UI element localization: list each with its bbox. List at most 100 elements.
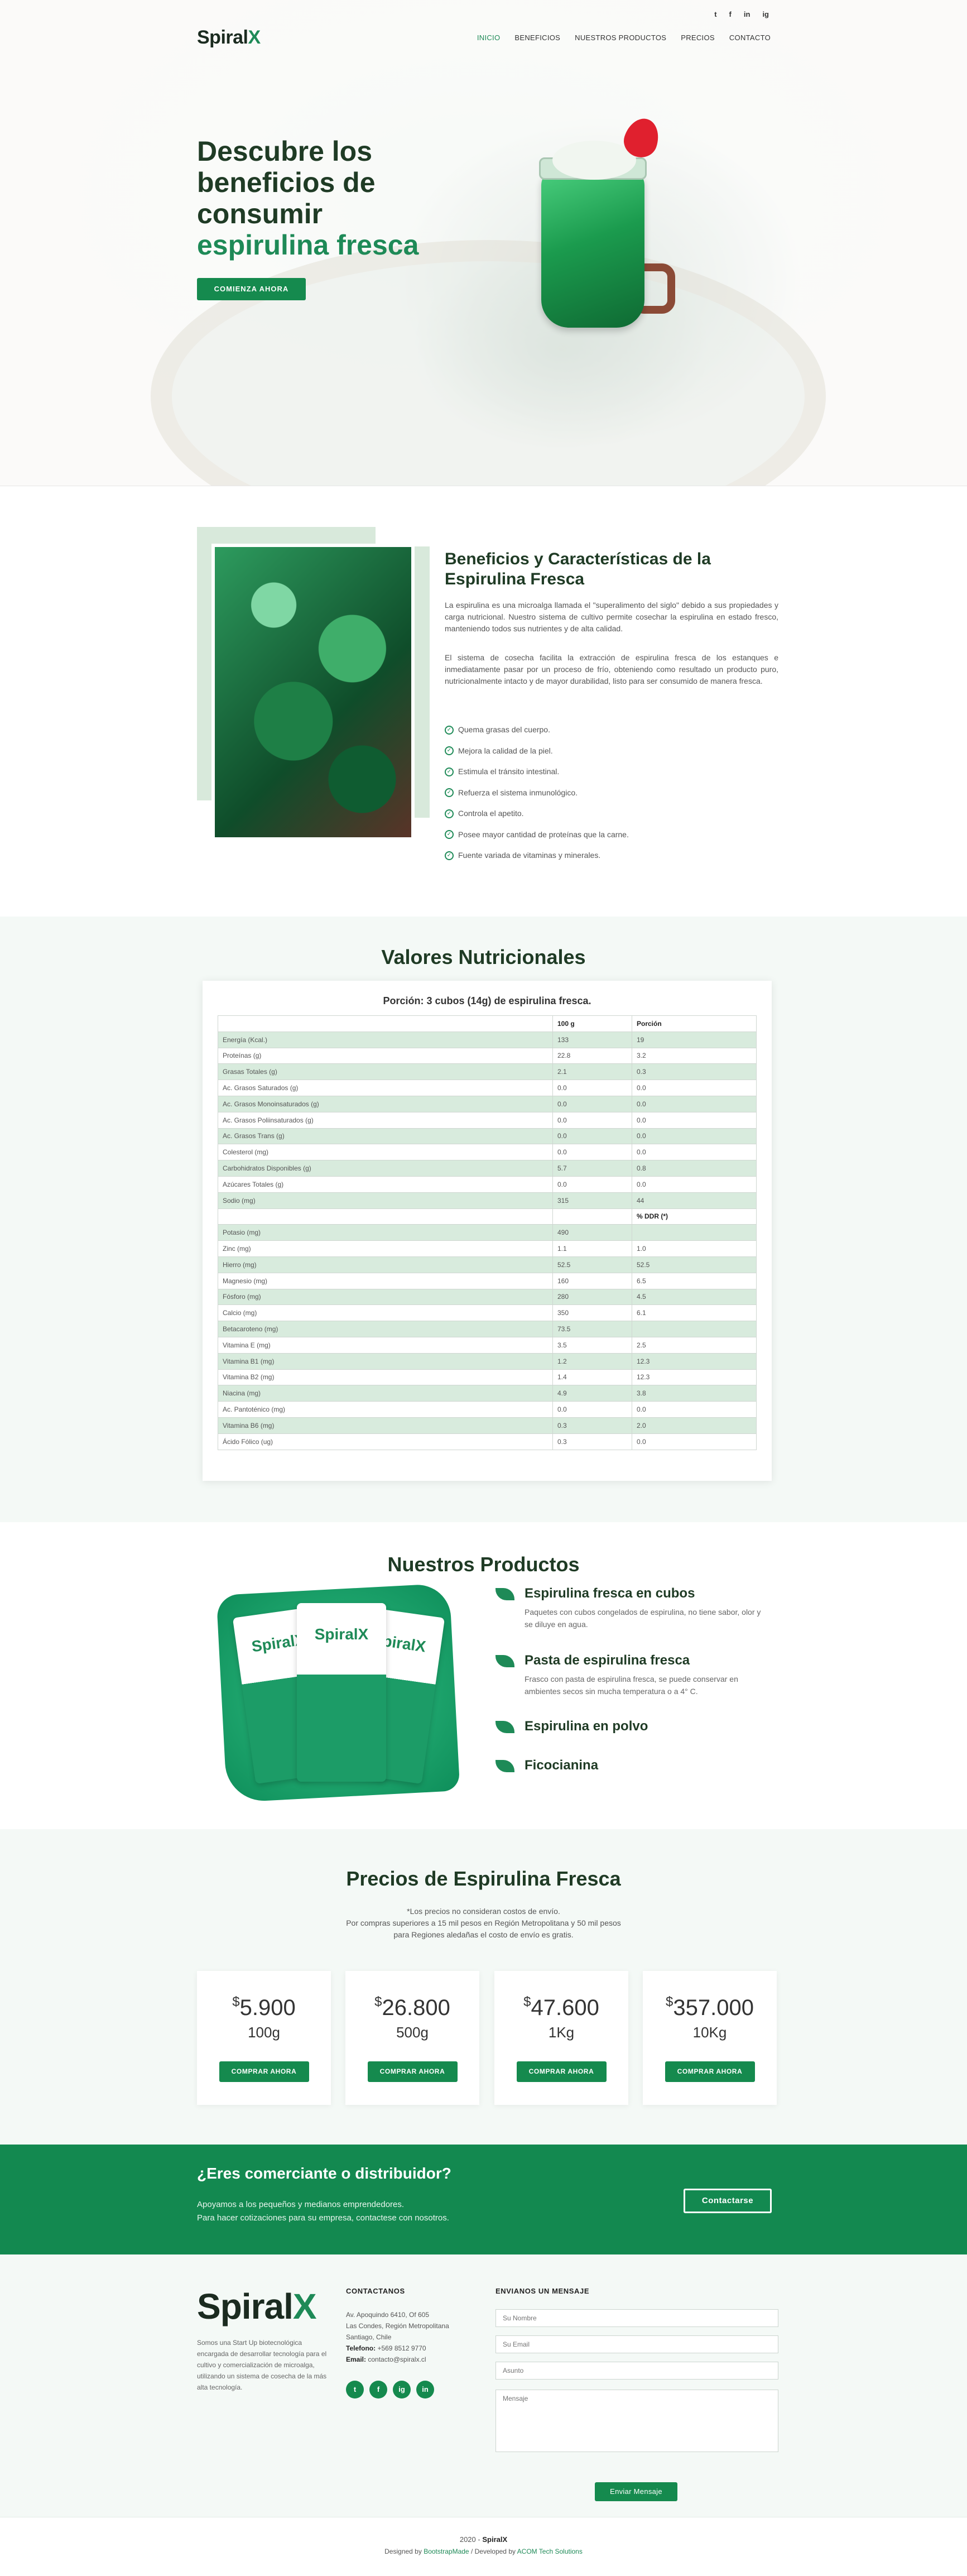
table-row: Ac. Grasos Saturados (g) 0.0 0.0 [218,1080,757,1096]
table-cell: 19 [632,1031,757,1048]
product-item: Espirulina fresca en cubos Paquetes con … [495,1586,769,1653]
nutrition-table: 100 g Porción Energía (Kcal.) 133 19 Proteí… [218,1015,757,1450]
table-cell: 315 [552,1192,632,1209]
table-cell: 12.3 [632,1352,757,1370]
buy-now-button[interactable]: COMPRAR AHORA [219,2061,309,2082]
table-cell: 0.0 [632,1144,757,1161]
table-row: Carbohidratos Disponibles (g) 5.7 0.8 [218,1160,757,1177]
table-cell: 3.2 [632,1047,757,1064]
linkedin-icon[interactable]: in [744,10,750,18]
table-cell: 160 [552,1272,632,1289]
table-cell: 0.0 [632,1401,757,1418]
price-amount: $47.600 [523,1994,599,2020]
table-cell: Ac. Grasos Monoinsaturados (g) [218,1095,553,1112]
instagram-icon[interactable]: ig [762,10,769,18]
email-link[interactable]: contacto@spiralx.cl [368,2356,426,2363]
facebook-icon[interactable]: f [369,2381,387,2398]
menu-item-contacto[interactable]: CONTACTO [729,33,771,42]
buy-now-button[interactable]: COMPRAR AHORA [516,2061,607,2082]
table-cell: Vitamina B1 (mg) [218,1352,553,1370]
table-cell: Sodio (mg) [218,1192,553,1209]
buy-now-button[interactable]: COMPRAR AHORA [665,2061,755,2082]
table-cell: 0.0 [632,1080,757,1096]
table-row: Potasio (mg) 490 [218,1224,757,1241]
hero-overlay [0,0,967,486]
email-input[interactable] [495,2335,778,2353]
table-row: Energía (Kcal.) 133 19 [218,1031,757,1048]
menu-item-productos[interactable]: NUESTROS PRODUCTOS [575,33,666,42]
price-amount: $26.800 [374,1994,450,2020]
designer-link[interactable]: BootstrapMade [424,2548,469,2555]
message-textarea[interactable] [495,2390,778,2452]
linkedin-icon[interactable]: in [416,2381,434,2398]
table-row: Vitamina B1 (mg) 1.2 12.3 [218,1352,757,1370]
table-cell: 0.0 [632,1095,757,1112]
table-row: Zinc (mg) 1.1 1.0 [218,1240,757,1257]
leaf-icon [495,1588,514,1600]
table-cell: Grasas Totales (g) [218,1063,553,1081]
table-row: Ac. Grasos Poliinsaturados (g) 0.0 0.0 [218,1111,757,1129]
footer-logo[interactable]: SpiralX [197,2286,317,2327]
logo[interactable]: SpiralX [197,27,261,49]
menu-item-inicio[interactable]: INICIO [477,33,501,42]
products-title: Nuestros Productos [387,1553,580,1576]
benefits-title: Beneficios y Características de la Espir… [445,550,711,588]
portion-caption: Porción: 3 cubos (14g) de espirulina fre… [383,995,591,1006]
table-row: Ac. Grasos Monoinsaturados (g) 0.0 0.0 [218,1095,757,1112]
table-cell: 0.8 [632,1160,757,1177]
table-cell: 1.0 [632,1240,757,1257]
distributor-cta-section: ¿Eres comerciante o distribuidor? Apoyam… [0,2145,967,2254]
table-row: Hierro (mg) 52.5 52.5 [218,1256,757,1273]
nutrition-title: Valores Nutricionales [381,946,586,968]
send-message-button[interactable]: Enviar Mensaje [595,2482,677,2501]
table-cell: Ac. Pantoténico (mg) [218,1401,553,1418]
twitter-icon[interactable]: t [714,10,716,18]
developer-link[interactable]: ACOM Tech Solutions [517,2548,583,2555]
table-cell: 4.9 [552,1385,632,1402]
table-cell: 73.5 [552,1321,632,1337]
table-cell: Ácido Fólico (ug) [218,1433,553,1450]
price-quantity: 500g [396,2024,429,2041]
top-social-bar: t f in ig [714,10,769,18]
facebook-icon[interactable]: f [729,10,732,18]
table-cell: 5.7 [552,1160,632,1177]
name-input[interactable] [495,2309,778,2327]
cta-text: Apoyamos a los pequeños y medianos empre… [197,2200,449,2223]
product-bags-image: SpiralX SpiralX SpiralX [216,1583,460,1803]
table-row: Vitamina B2 (mg) 1.4 12.3 [218,1369,757,1386]
table-cell: 6.5 [632,1272,757,1289]
menu-item-precios[interactable]: PRECIOS [681,33,715,42]
table-row: Grasas Totales (g) 2.1 0.3 [218,1063,757,1081]
table-cell: Betacaroteno (mg) [218,1321,553,1337]
twitter-icon[interactable]: t [346,2381,364,2398]
footer-social: t f ig in [346,2381,434,2398]
list-item: ✓ Quema grasas del cuerpo. [445,719,629,741]
table-row: Calcio (mg) 350 6.1 [218,1304,757,1322]
main-menu: INICIO BENEFICIOS NUESTROS PRODUCTOS PRE… [477,33,771,42]
check-circle-icon: ✓ [445,767,454,776]
leaf-icon [495,1721,514,1733]
table-cell: 3.5 [552,1336,632,1354]
table-cell: Fósforo (mg) [218,1288,553,1306]
start-now-button[interactable]: COMIENZA AHORA [197,278,306,300]
table-cell: 0.0 [632,1176,757,1193]
table-row: Vitamina B6 (mg) 0.3 2.0 [218,1417,757,1434]
table-cell: 52.5 [632,1256,757,1273]
leaf-icon [495,1760,514,1772]
credits-text: Designed by BootstrapMade / Developed by… [384,2548,583,2555]
table-cell: 2.5 [632,1336,757,1354]
product-item: Ficocianina [495,1758,769,1773]
table-cell [218,1208,553,1225]
table-row: % DDR (*) [218,1208,757,1225]
instagram-icon[interactable]: ig [393,2381,411,2398]
table-cell: 0.0 [552,1128,632,1145]
table-row: Fósforo (mg) 280 4.5 [218,1288,757,1306]
contact-button[interactable]: Contactarse [684,2189,772,2213]
benefits-paragraph: La espirulina es una microalga llamada e… [445,601,778,633]
menu-item-beneficios[interactable]: BENEFICIOS [514,33,560,42]
table-cell: 6.1 [632,1304,757,1322]
subject-input[interactable] [495,2362,778,2380]
list-item: ✓ Fuente variada de vitaminas y minerales… [445,845,629,866]
buy-now-button[interactable]: COMPRAR AHORA [367,2061,458,2082]
table-cell: 2.0 [632,1417,757,1434]
